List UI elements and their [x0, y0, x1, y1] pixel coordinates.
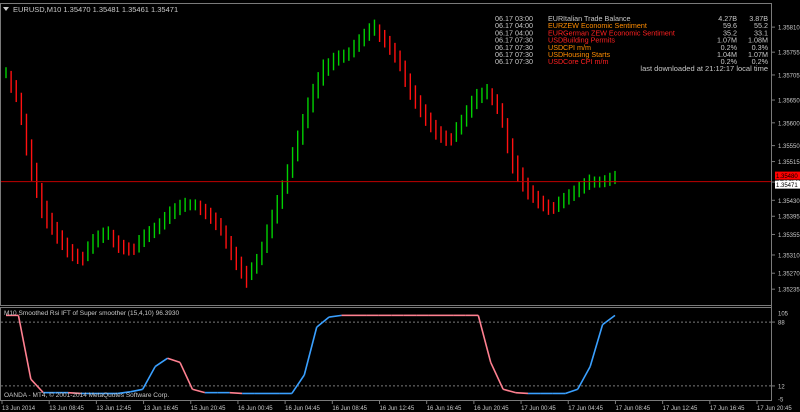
time-tick-label: 13 Jun 08:45 [49, 406, 84, 412]
oscillator-segment [167, 357, 181, 364]
oscillator-segment [179, 362, 194, 390]
oscillator-group: 88 12 105 -5 [1, 312, 789, 404]
news-time: 06.17 07:30 [495, 57, 533, 66]
oscillator-segment [515, 391, 529, 395]
time-tick-label: 16 Jun 00:45 [238, 406, 273, 412]
oscillator-segment [565, 388, 578, 395]
indicator-panel-frame [0, 307, 772, 401]
time-tick-label: 13 Jun 12:45 [96, 406, 131, 412]
price-tick-label: 1.35550 [778, 144, 800, 150]
oscillator-segment [192, 388, 206, 394]
time-tick-label: 16 Jun 16:45 [427, 406, 462, 412]
price-tick-label: 1.35515 [778, 160, 800, 166]
symbol-menu-triangle-icon[interactable] [3, 7, 9, 11]
time-tick-label: 16 Jun 20:45 [474, 406, 509, 412]
price-tick-label: 1.35270 [778, 272, 800, 278]
price-tick-label: 1.35705 [778, 73, 800, 79]
time-tick-label: 17 Jun 12:45 [663, 406, 698, 412]
oscillator-range-label: -5 [778, 398, 784, 404]
news-currency: USD [548, 57, 563, 66]
main-panel-frame [0, 3, 772, 306]
time-tick-label: 13 Jun 2014 [2, 406, 36, 412]
time-tick-label: 17 Jun 08:45 [615, 406, 650, 412]
time-tick-label: 16 Jun 12:45 [380, 406, 415, 412]
time-tick-label: 15 Jun 20:45 [191, 406, 226, 412]
price-tick-label: 1.35650 [778, 99, 800, 105]
oscillator-segment [589, 324, 604, 367]
indicator-header: M10 Smoothed Rsi IFT of Super smoother (… [4, 310, 179, 317]
price-tick-label: 1.35355 [778, 233, 800, 239]
oscillator-segment [17, 315, 32, 380]
price-tick-label: 1.35430 [778, 199, 800, 205]
symbol-header: EURUSD,M10 1.35470 1.35481 1.35461 1.354… [13, 5, 178, 14]
price-tick-label: 1.35310 [778, 253, 800, 259]
price-tick-label: 1.35600 [778, 121, 800, 127]
price-tick-label: 1.35755 [778, 51, 800, 57]
news-event: Core CPI m/m [563, 57, 609, 66]
price-tick-label: 1.35395 [778, 215, 800, 221]
oscillator-segment [502, 388, 516, 394]
oscillator-segment [329, 314, 342, 318]
time-tick-label: 13 Jun 16:45 [144, 406, 179, 412]
oscillator-segment [303, 326, 318, 376]
time-tick-label: 17 Jun 00:45 [521, 406, 556, 412]
chart-window: EURUSD,M10 1.35470 1.35481 1.35461 1.354… [0, 0, 800, 412]
news-calendar: 06.17 03:00 EUR Italian Trade Balance 4.27B… [495, 14, 769, 66]
price-tick-label: 1.35810 [778, 26, 800, 32]
chart-canvas[interactable]: EURUSD,M10 1.35470 1.35481 1.35461 1.354… [0, 0, 800, 412]
oscillator-level-label: 12 [778, 384, 785, 390]
current-price-label: 1.35471 [776, 183, 798, 189]
price-tick-label: 1.35235 [778, 288, 800, 294]
bid-marker-label: 1.35480 [776, 174, 798, 180]
oscillator-segment [291, 374, 305, 394]
oscillator-level-label: 88 [778, 321, 785, 327]
oscillator-segment [229, 391, 243, 395]
time-tick-label: 17 Jun 16:45 [710, 406, 745, 412]
time-tick-label: 16 Jun 04:45 [285, 406, 320, 412]
oscillator-segment [489, 362, 504, 390]
oscillator-segment [602, 314, 616, 326]
copyright-label: OANDA - MT4, © 2001-2014 MetaQuotes Soft… [4, 391, 169, 399]
time-tick-label: 17 Jun 04:45 [568, 406, 603, 412]
oscillator-segment [477, 315, 492, 363]
time-tick-label: 17 Jun 20:45 [757, 406, 792, 412]
oscillator-segment [154, 357, 169, 368]
oscillator-range-label: 105 [778, 312, 789, 318]
time-axis: 13 Jun 2014 13 Jun 08:45 13 Jun 12:45 13 Ju… [1, 401, 792, 412]
time-tick-label: 16 Jun 08:45 [332, 406, 367, 412]
download-note: last downloaded at 21:12:17 local time [640, 64, 768, 73]
oscillator-segment [577, 366, 591, 390]
price-axis-ticks: 1.35810 1.35755 1.35705 1.35650 1.35600 1.355… [771, 26, 800, 294]
